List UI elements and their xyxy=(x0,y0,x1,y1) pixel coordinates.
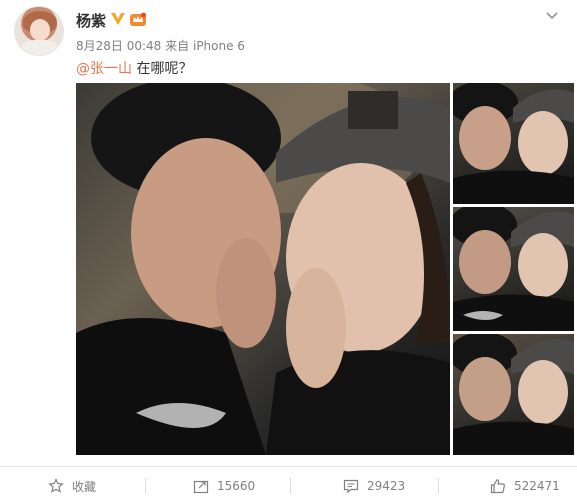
comment-button[interactable]: 29423 xyxy=(343,477,405,495)
source-prefix: 来自 xyxy=(165,39,190,53)
verified-icon xyxy=(111,13,125,25)
post-date[interactable]: 8月28日 00:48 xyxy=(76,39,161,53)
photo-thumbnail[interactable] xyxy=(453,207,574,331)
vip-crown-icon[interactable] xyxy=(129,11,147,27)
author-name[interactable]: 杨紫 xyxy=(76,10,106,31)
photo-thumbnail[interactable] xyxy=(453,334,574,455)
photo-main[interactable] xyxy=(76,83,450,455)
photo-thumbnail[interactable] xyxy=(453,83,574,204)
favorite-button[interactable]: 收藏 xyxy=(48,477,96,495)
repost-count: 15660 xyxy=(217,479,256,493)
divider xyxy=(0,466,577,467)
post-text: @张一山 在哪呢？ xyxy=(76,58,192,78)
mention-link[interactable]: @张一山 xyxy=(76,61,132,77)
separator xyxy=(438,478,439,494)
like-icon xyxy=(490,479,505,494)
post-device: iPhone 6 xyxy=(192,39,245,53)
repost-icon xyxy=(193,480,209,494)
favorite-label: 收藏 xyxy=(72,479,97,494)
post-body: 在哪呢？ xyxy=(132,61,193,77)
separator xyxy=(290,478,291,494)
star-icon xyxy=(48,478,64,493)
post-meta: 8月28日 00:48 来自 iPhone 6 xyxy=(76,37,245,54)
comment-icon xyxy=(343,479,359,494)
like-button[interactable]: 522471 xyxy=(490,477,560,495)
separator xyxy=(145,478,146,494)
like-count: 522471 xyxy=(514,479,560,493)
repost-button[interactable]: 15660 xyxy=(193,477,255,495)
avatar[interactable] xyxy=(14,6,64,56)
comment-count: 29423 xyxy=(367,479,406,493)
chevron-down-icon[interactable] xyxy=(545,10,559,20)
